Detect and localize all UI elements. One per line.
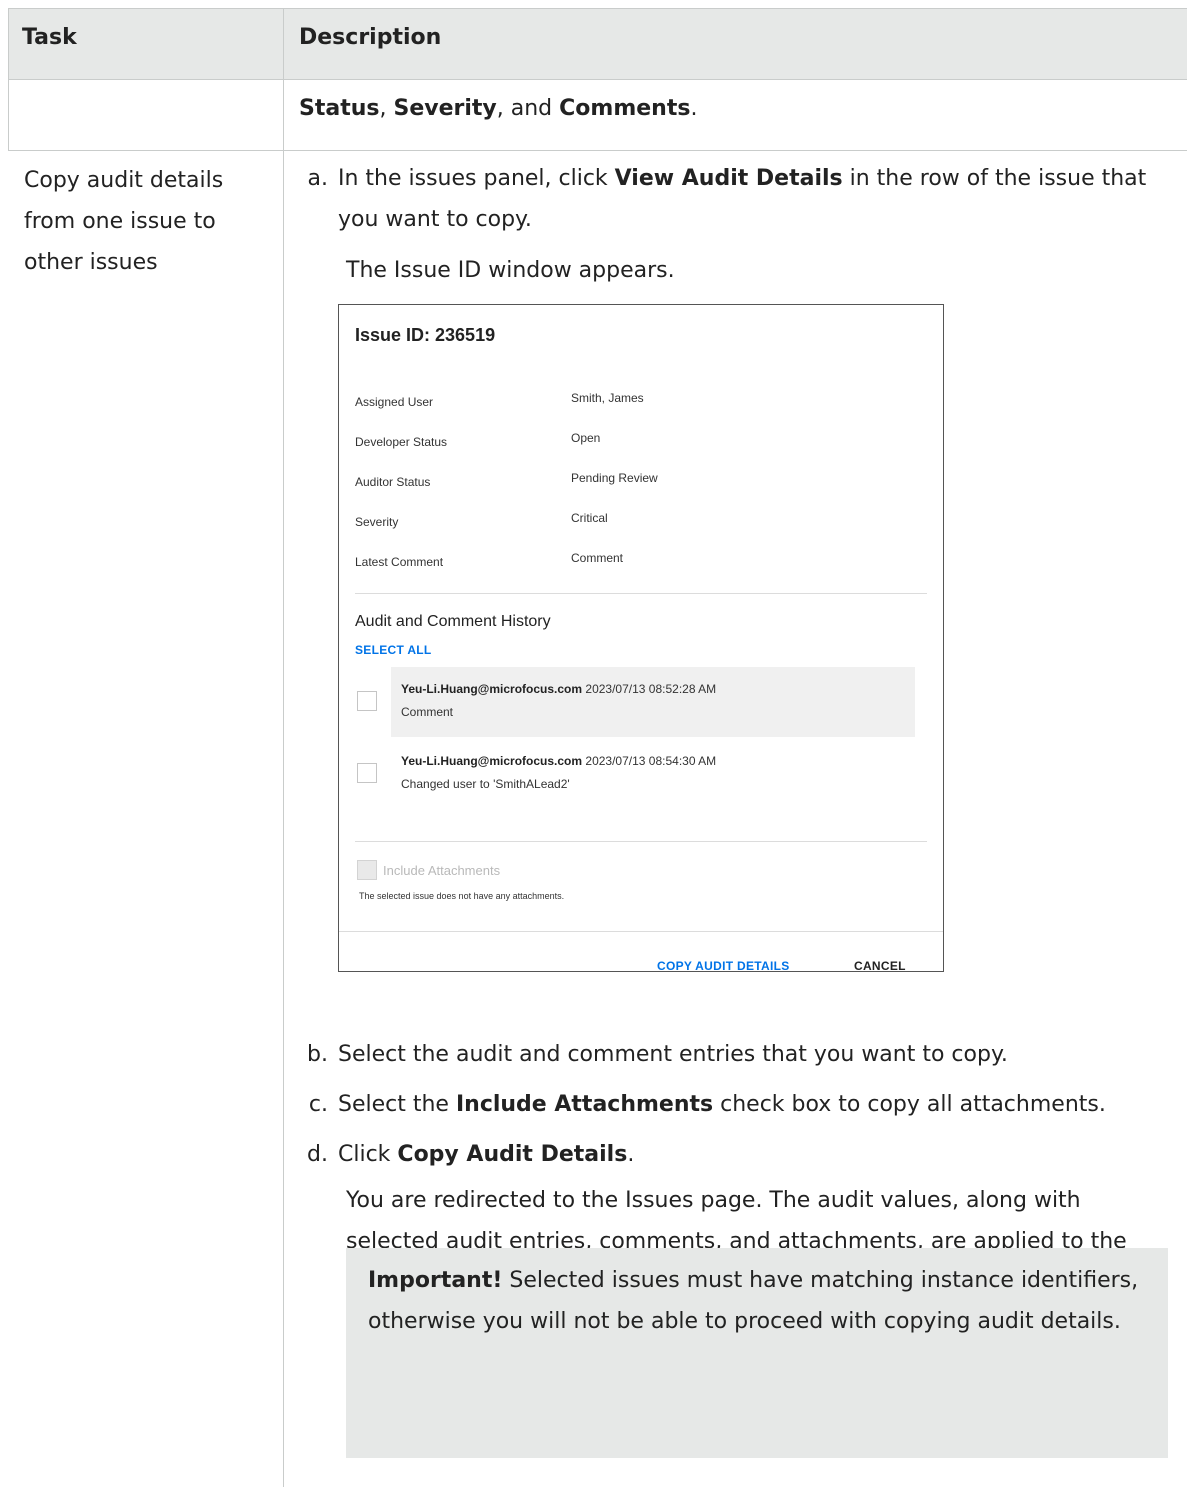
row1-description: Status, Severity, and Comments. xyxy=(299,96,697,121)
field-label: Developer Status xyxy=(355,435,448,449)
history-checkbox[interactable] xyxy=(357,763,377,783)
task-line: other issues xyxy=(24,250,158,275)
history-title: Audit and Comment History xyxy=(355,613,551,630)
task-line: from one issue to xyxy=(24,209,216,234)
view-audit-details-term: View Audit Details xyxy=(614,166,843,191)
window-appears-text: The Issue ID window appears. xyxy=(346,258,675,283)
field-value: Comment xyxy=(571,551,624,565)
include-attachments-term: Include Attachments xyxy=(455,1092,714,1117)
field-row: Developer Status Open xyxy=(355,427,935,457)
field-value: Smith, James xyxy=(571,391,644,405)
step-label: a. xyxy=(307,166,328,191)
step-d-post: . xyxy=(627,1142,635,1167)
header-task: Task xyxy=(22,25,77,50)
history-entry[interactable]: Yeu-Li.Huang@microfocus.com 2023/07/13 0… xyxy=(391,667,915,737)
step-a-pre: In the issues panel, click xyxy=(338,166,615,191)
history-time: 2023/07/13 08:52:28 AM xyxy=(585,682,717,696)
table-border-left xyxy=(8,8,9,150)
severity-term: Severity xyxy=(393,96,497,121)
field-row: Severity Critical xyxy=(355,507,935,537)
history-header: Yeu-Li.Huang@microfocus.com 2023/07/13 0… xyxy=(401,754,716,768)
task-cell: Copy audit details from one issue to oth… xyxy=(24,160,264,283)
field-value: Open xyxy=(571,431,601,445)
field-label: Severity xyxy=(355,515,399,529)
step-text: Select the audit and comment entries tha… xyxy=(338,1042,1008,1067)
note-text: Important! Selected issues must have mat… xyxy=(368,1260,1148,1342)
history-time: 2023/07/13 08:54:30 AM xyxy=(585,754,717,768)
field-row: Latest Comment Comment xyxy=(355,547,935,577)
task-line: Copy audit details xyxy=(24,168,224,193)
select-all-button[interactable]: SELECT ALL xyxy=(355,643,432,657)
comments-term: Comments xyxy=(559,96,691,121)
issue-id-dialog: Issue ID: 236519 Assigned User Smith, Ja… xyxy=(338,304,944,973)
step-label: d. xyxy=(307,1142,328,1167)
step-label: c. xyxy=(308,1092,328,1117)
copy-audit-details-button[interactable]: COPY AUDIT DETAILS xyxy=(657,959,790,973)
field-value: Critical xyxy=(571,511,608,525)
history-text: Changed user to 'SmithALead2' xyxy=(401,777,570,791)
history-entry[interactable]: Yeu-Li.Huang@microfocus.com 2023/07/13 0… xyxy=(391,739,915,809)
step-c-post: check box to copy all attachments. xyxy=(713,1092,1106,1117)
field-value: Pending Review xyxy=(571,471,658,485)
divider xyxy=(355,841,927,842)
step-text: Click Copy Audit Details. xyxy=(338,1134,1158,1175)
step-label: b. xyxy=(307,1042,328,1067)
dialog-title: Issue ID: 236519 xyxy=(355,325,496,345)
row1-sep2: , and xyxy=(496,96,560,121)
column-divider xyxy=(283,8,284,1487)
history-user: Yeu-Li.Huang@microfocus.com xyxy=(401,682,583,696)
important-label: Important! xyxy=(368,1268,503,1293)
history-header: Yeu-Li.Huang@microfocus.com 2023/07/13 0… xyxy=(401,682,716,696)
field-label: Assigned User xyxy=(355,395,434,409)
step-c-pre: Select the xyxy=(338,1092,456,1117)
field-label: Latest Comment xyxy=(355,555,444,569)
field-row: Assigned User Smith, James xyxy=(355,387,935,417)
include-attachments-checkbox[interactable] xyxy=(357,860,377,880)
header-description: Description xyxy=(299,25,442,50)
important-note: Important! Selected issues must have mat… xyxy=(346,1248,1168,1458)
history-text: Comment xyxy=(401,705,454,719)
no-attachments-note: The selected issue does not have any att… xyxy=(359,891,565,901)
row1-sep1: , xyxy=(379,96,394,121)
divider xyxy=(355,593,927,594)
table-header: Task Description xyxy=(8,8,1187,80)
row-divider xyxy=(8,150,1187,151)
step-d-pre: Click xyxy=(338,1142,398,1167)
history-checkbox[interactable] xyxy=(357,691,377,711)
field-label: Auditor Status xyxy=(355,475,431,489)
footer-divider xyxy=(339,931,943,932)
step-text: In the issues panel, click View Audit De… xyxy=(338,158,1158,240)
row1-end: . xyxy=(690,96,698,121)
field-row: Auditor Status Pending Review xyxy=(355,467,935,497)
cancel-button[interactable]: CANCEL xyxy=(854,959,906,973)
status-term: Status xyxy=(299,96,380,121)
include-attachments-label: Include Attachments xyxy=(383,863,501,878)
copy-audit-details-term: Copy Audit Details xyxy=(397,1142,628,1167)
step-text: Select the Include Attachments check box… xyxy=(338,1084,1158,1125)
history-user: Yeu-Li.Huang@microfocus.com xyxy=(401,754,583,768)
